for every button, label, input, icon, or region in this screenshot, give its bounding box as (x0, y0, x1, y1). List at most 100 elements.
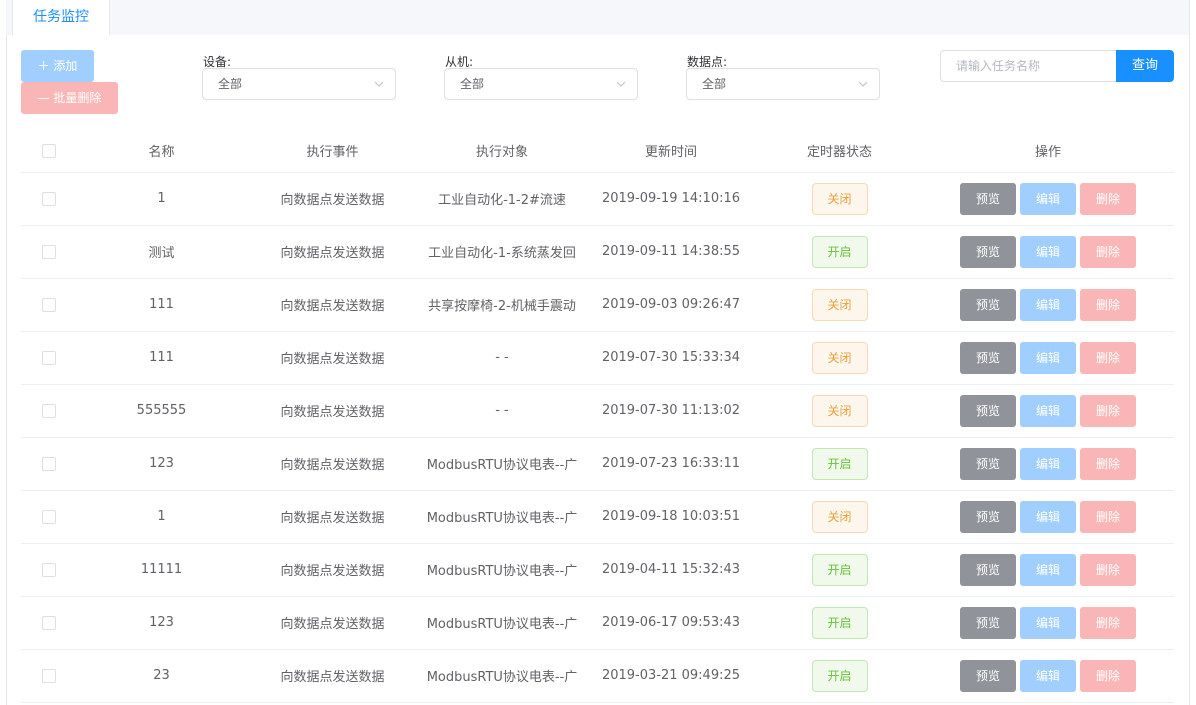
chevron-down-icon (616, 81, 626, 87)
preview-button[interactable]: 预览 (960, 341, 1016, 374)
name-cell: 123 (77, 596, 246, 650)
datapoint-select-value: 全部 (702, 77, 727, 91)
device-select[interactable]: 全部 (202, 68, 396, 100)
updated-time-cell: 2019-07-23 16:33:11 (585, 437, 757, 491)
delete-button[interactable]: 删除 (1080, 182, 1136, 215)
tab-task-monitor[interactable]: 任务监控 (12, 0, 110, 36)
edit-button[interactable]: 编辑 (1020, 606, 1076, 639)
edit-button[interactable]: 编辑 (1020, 341, 1076, 374)
timer-status-cell: 开启 (757, 225, 922, 279)
event-cell: 向数据点发送数据 (246, 278, 419, 332)
preview-button[interactable]: 预览 (960, 659, 1016, 692)
preview-button[interactable]: 预览 (960, 394, 1016, 427)
event-cell: 向数据点发送数据 (246, 490, 419, 544)
edit-button[interactable]: 编辑 (1020, 182, 1076, 215)
actions-cell: 预览 编辑 删除 (922, 225, 1174, 279)
plus-icon: ＋ (37, 59, 50, 73)
updated-time-cell: 2019-09-11 14:38:55 (585, 225, 757, 279)
name-cell: 11111 (77, 543, 246, 597)
table-row: 111 向数据点发送数据 共享按摩椅-2-机械手震动 2019-09-03 09… (21, 278, 1174, 332)
updated-time-cell: 2019-09-19 14:10:16 (585, 172, 757, 226)
column-header: 执行事件 (246, 130, 419, 173)
preview-button[interactable]: 预览 (960, 500, 1016, 533)
delete-button[interactable]: 删除 (1080, 235, 1136, 268)
column-header: 执行对象 (419, 130, 585, 173)
preview-button[interactable]: 预览 (960, 447, 1016, 480)
actions-cell: 预览 编辑 删除 (922, 384, 1174, 438)
row-select-cell (21, 490, 77, 544)
row-select-cell (21, 649, 77, 703)
status-badge: 开启 (811, 659, 868, 692)
table-row: 123 向数据点发送数据 ModbusRTU协议电表--广 2019-07-23… (21, 437, 1174, 491)
row-checkbox[interactable] (42, 562, 56, 577)
row-checkbox[interactable] (42, 456, 56, 471)
delete-button[interactable]: 删除 (1080, 447, 1136, 480)
edit-button[interactable]: 编辑 (1020, 288, 1076, 321)
edit-button[interactable]: 编辑 (1020, 447, 1076, 480)
actions-cell: 预览 编辑 删除 (922, 596, 1174, 650)
preview-button[interactable]: 预览 (960, 553, 1016, 586)
delete-button[interactable]: 删除 (1080, 500, 1136, 533)
add-button[interactable]: ＋ 添加 (21, 50, 94, 82)
slave-select-value: 全部 (460, 77, 485, 91)
query-button[interactable]: 查询 (1116, 50, 1174, 82)
task-name-search-input[interactable] (940, 50, 1117, 82)
status-badge: 关闭 (811, 288, 868, 321)
target-cell: ModbusRTU协议电表--广 (419, 543, 585, 597)
updated-time-cell: 2019-04-11 15:32:43 (585, 543, 757, 597)
edit-button[interactable]: 编辑 (1020, 394, 1076, 427)
select-all-header (21, 130, 77, 173)
row-select-cell (21, 596, 77, 650)
preview-button[interactable]: 预览 (960, 288, 1016, 321)
datapoint-select[interactable]: 全部 (686, 68, 880, 100)
table-row: 23 向数据点发送数据 ModbusRTU协议电表--广 2019-03-21 … (21, 649, 1174, 703)
delete-button[interactable]: 删除 (1080, 659, 1136, 692)
delete-button[interactable]: 删除 (1080, 341, 1136, 374)
select-all-checkbox[interactable] (42, 143, 56, 158)
task-table: 名称 执行事件 执行对象 更新时间 定时器状态 操作 1 向数据点发送数据 工业… (21, 130, 1174, 703)
chevron-down-icon (858, 81, 868, 87)
preview-button[interactable]: 预览 (960, 606, 1016, 639)
table-row: 123 向数据点发送数据 ModbusRTU协议电表--广 2019-06-17… (21, 596, 1174, 650)
preview-button[interactable]: 预览 (960, 182, 1016, 215)
timer-status-cell: 关闭 (757, 331, 922, 385)
name-cell: 111 (77, 331, 246, 385)
status-badge: 开启 (811, 606, 868, 639)
row-checkbox[interactable] (42, 668, 56, 683)
delete-button[interactable]: 删除 (1080, 606, 1136, 639)
actions-cell: 预览 编辑 删除 (922, 172, 1174, 226)
row-select-cell (21, 278, 77, 332)
row-checkbox[interactable] (42, 509, 56, 524)
row-checkbox[interactable] (42, 350, 56, 365)
edit-button[interactable]: 编辑 (1020, 500, 1076, 533)
edit-button[interactable]: 编辑 (1020, 553, 1076, 586)
preview-button[interactable]: 预览 (960, 235, 1016, 268)
updated-time-cell: 2019-07-30 11:13:02 (585, 384, 757, 438)
column-header: 更新时间 (585, 130, 757, 173)
row-checkbox[interactable] (42, 191, 56, 206)
row-checkbox[interactable] (42, 403, 56, 418)
slave-select[interactable]: 全部 (444, 68, 638, 100)
delete-button[interactable]: 删除 (1080, 394, 1136, 427)
delete-button[interactable]: 删除 (1080, 288, 1136, 321)
device-select-value: 全部 (218, 77, 243, 91)
event-cell: 向数据点发送数据 (246, 225, 419, 279)
edit-button[interactable]: 编辑 (1020, 235, 1076, 268)
target-cell: 共享按摩椅-2-机械手震动 (419, 278, 585, 332)
updated-time-cell: 2019-07-30 15:33:34 (585, 331, 757, 385)
table-row: 111 向数据点发送数据 - - 2019-07-30 15:33:34 关闭 … (21, 331, 1174, 385)
event-cell: 向数据点发送数据 (246, 543, 419, 597)
delete-button[interactable]: 删除 (1080, 553, 1136, 586)
timer-status-cell: 开启 (757, 596, 922, 650)
row-checkbox[interactable] (42, 297, 56, 312)
table-row: 11111 向数据点发送数据 ModbusRTU协议电表--广 2019-04-… (21, 543, 1174, 597)
edit-button[interactable]: 编辑 (1020, 659, 1076, 692)
row-checkbox[interactable] (42, 244, 56, 259)
column-header: 操作 (922, 130, 1174, 173)
table-header-row: 名称 执行事件 执行对象 更新时间 定时器状态 操作 (21, 130, 1174, 173)
updated-time-cell: 2019-03-21 09:49:25 (585, 649, 757, 703)
batch-delete-button[interactable]: — 批量删除 (21, 82, 118, 114)
row-checkbox[interactable] (42, 615, 56, 630)
table-row: 1 向数据点发送数据 工业自动化-1-2#流速 2019-09-19 14:10… (21, 172, 1174, 226)
actions-cell: 预览 编辑 删除 (922, 649, 1174, 703)
